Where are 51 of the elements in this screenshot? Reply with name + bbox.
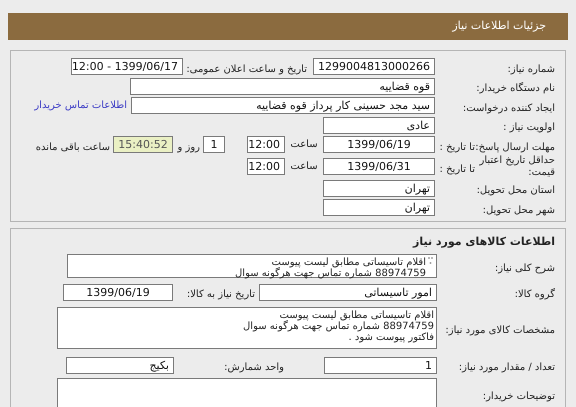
input-field[interactable]: امور تاسیساتی xyxy=(259,284,437,300)
input-field[interactable]: 1399/06/31 xyxy=(323,158,435,175)
input-field[interactable]: سید مجد حسینی کار پرداز قوه قضاییه xyxy=(131,97,435,114)
field-label: گروه کالا: xyxy=(514,289,555,300)
field-label: مشخصات کالای مورد نیاز: xyxy=(445,325,555,336)
input-field[interactable]: 1399/06/19 xyxy=(63,284,173,300)
field-label: تعداد / مقدار مورد نیاز: xyxy=(458,362,555,373)
input-field[interactable]: 1299004813000266 xyxy=(313,58,435,76)
page-title: جزئیات اطلاعات نیاز xyxy=(452,18,546,34)
field-label: حداقل تاریخ اعتبار قیمت: xyxy=(479,154,555,178)
specs-line: 88974759 شماره تماس جهت هرگونه سوال xyxy=(242,321,434,332)
field-label: اولویت نیاز : xyxy=(503,122,555,134)
resize-grip-icon xyxy=(428,257,433,264)
summary-line: 88974759 شماره تماس جهت هرگونه سوال xyxy=(235,268,426,279)
input-field[interactable]: عادی xyxy=(323,116,435,134)
summary-line: اقلام تاسیساتی مطابق لیست پیوست xyxy=(272,257,426,268)
field-label: مهلت ارسال پاسخ: xyxy=(475,142,555,153)
field-label: ساعت xyxy=(290,160,318,174)
specs-line: فاکتور پیوست شود . xyxy=(348,332,434,343)
field-label: تاریخ و ساعت اعلان عمومی: xyxy=(186,64,307,75)
specs-text-area[interactable]: اقلام تاسیساتی مطابق لیست پیوست 88974759 شماره تماس جهت هرگونه سوال فاکتور پیوست شود . xyxy=(57,307,437,349)
input-field[interactable]: تهران xyxy=(323,180,435,197)
field-label: نام دستگاه خریدار: xyxy=(476,83,555,94)
section-title: اطلاعات کالاهای مورد نیاز xyxy=(413,234,555,250)
field-label: ایجاد کننده درخواست: xyxy=(462,102,555,114)
input-field[interactable]: 12:00 xyxy=(247,136,285,154)
field-label: واحد شمارش: xyxy=(224,362,284,373)
summary-text-area[interactable]: اقلام تاسیساتی مطابق لیست پیوست 88974759 شماره تماس جهت هرگونه سوال xyxy=(67,254,437,278)
specs-line: اقلام تاسیساتی مطابق لیست پیوست xyxy=(280,310,434,321)
input-field[interactable]: قوه قضاییه xyxy=(130,78,435,95)
field-label: توضیحات خریدار: xyxy=(482,391,555,402)
input-field[interactable]: 1 xyxy=(324,356,437,374)
field-label: ساعت باقی مانده xyxy=(36,142,110,153)
field-label: شهر محل تحویل: xyxy=(482,204,555,216)
input-field[interactable]: بکیج xyxy=(66,356,174,374)
field-label: ساعت xyxy=(290,138,318,152)
field-label: تاریخ نیاز به کالا: xyxy=(186,289,255,300)
field-label: استان محل تحویل: xyxy=(476,185,555,196)
input-field[interactable]: 1 xyxy=(203,136,225,154)
field-label: روز و xyxy=(178,142,200,153)
field-label: شماره نیاز: xyxy=(508,64,555,75)
countdown-field[interactable]: 15:40:52 xyxy=(113,136,173,154)
input-field[interactable]: تهران xyxy=(323,199,435,216)
buyer-contact-link[interactable]: اطلاعات تماس خریدار xyxy=(34,98,127,114)
field-label: شرح کلی نیاز: xyxy=(494,263,555,274)
notes-text-area[interactable] xyxy=(57,378,437,407)
input-field[interactable]: 12:00 xyxy=(247,158,285,175)
input-field[interactable]: 1399/06/17 - 12:00 xyxy=(71,58,183,76)
field-label: تا تاریخ : xyxy=(440,142,475,153)
field-label: تا تاریخ : xyxy=(440,164,475,174)
input-field[interactable]: 1399/06/19 xyxy=(323,136,435,154)
